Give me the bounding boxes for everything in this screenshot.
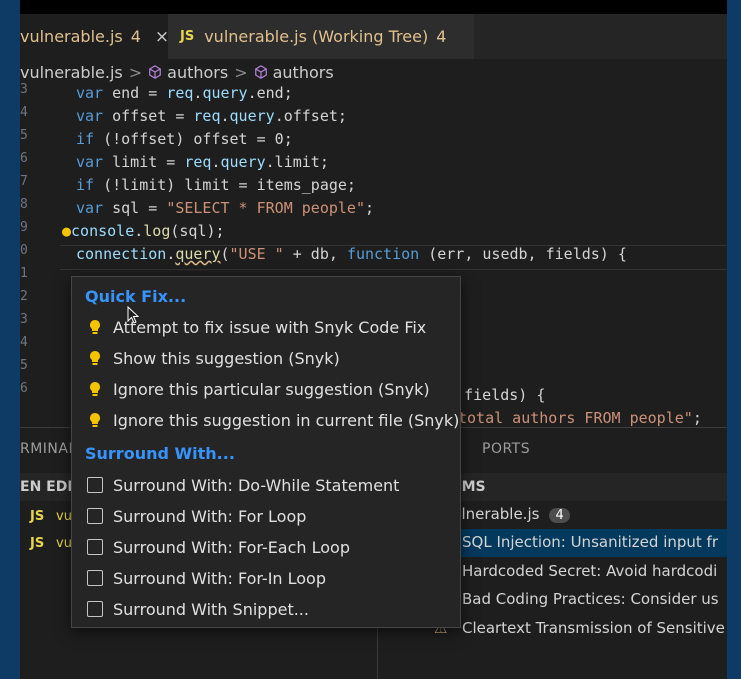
breadcrumb-separator: > [128, 62, 143, 82]
problem-item[interactable]: SQL Injection: Unsanitized input fr [462, 533, 718, 551]
line-number: 4 [20, 105, 28, 120]
quick-fix-title: Quick Fix... [85, 287, 187, 306]
breadcrumb-file[interactable]: vulnerable.js [20, 63, 123, 82]
problem-count-badge: 4 [549, 508, 570, 523]
js-file-icon: JS [30, 536, 45, 551]
line-number: 1 [20, 266, 28, 281]
menu-item-ignore-in-file[interactable]: Ignore this suggestion in current file (… [85, 406, 459, 434]
tab-vulnerable-js[interactable]: vulnerable.js 4 × [20, 14, 169, 59]
menu-item-ignore-suggestion[interactable]: Ignore this particular suggestion (Snyk) [85, 375, 430, 403]
menu-item-surround-for-each[interactable]: Surround With: For-Each Loop [85, 533, 350, 561]
code-line: connection.query("USE " + db, function (… [76, 245, 627, 263]
lightbulb-icon[interactable]: ● [62, 222, 71, 240]
line-number: 5 [20, 358, 28, 373]
mouse-cursor-icon [127, 306, 139, 324]
breadcrumb-separator: > [234, 62, 248, 82]
js-file-icon: JS [30, 509, 45, 524]
menu-item-surround-for-loop[interactable]: Surround With: For Loop [85, 502, 306, 530]
surround-with-title: Surround With... [85, 444, 235, 463]
tab-problem-count: 4 [130, 27, 141, 46]
tab-label: vulnerable.js [20, 27, 123, 46]
symbol-cube-icon [149, 65, 162, 79]
problem-item[interactable]: Cleartext Transmission of Sensitive [462, 619, 725, 637]
lightbulb-icon [85, 412, 105, 428]
problem-file-row[interactable]: ulnerable.js 4 [452, 505, 570, 523]
js-file-icon: JS [180, 29, 195, 44]
line-number: 2 [20, 289, 28, 304]
line-number: 4 [20, 335, 28, 350]
tab-vulnerable-js-working-tree[interactable]: JS vulnerable.js (Working Tree) 4 [168, 14, 474, 59]
lightbulb-icon [85, 319, 105, 335]
menu-item-surround-for-in[interactable]: Surround With: For-In Loop [85, 564, 326, 592]
snippet-icon [85, 477, 105, 493]
code-line: if (!offset) offset = 0; [76, 130, 293, 148]
quick-fix-menu: Quick Fix... Attempt to fix issue with S… [71, 276, 461, 628]
open-editor-item[interactable]: vu [56, 536, 72, 551]
line-number: 9 [20, 220, 28, 235]
lightbulb-icon [85, 381, 105, 397]
snippet-icon [85, 601, 105, 617]
tab-bar: vulnerable.js 4 × JS vulnerable.js (Work… [20, 14, 727, 59]
line-number: 3 [20, 82, 28, 97]
line-number: 3 [20, 312, 28, 327]
snippet-icon [85, 539, 105, 555]
tab-label: vulnerable.js (Working Tree) [204, 27, 429, 46]
code-line: var limit = req.query.limit; [76, 153, 329, 171]
line-number: 5 [20, 128, 28, 143]
line-number: 7 [20, 174, 28, 189]
code-line: var end = req.query.end; [76, 84, 293, 102]
code-line: ●console.log(sql); [62, 222, 225, 240]
menu-item-show-suggestion[interactable]: Show this suggestion (Snyk) [85, 344, 340, 372]
line-number: 0 [20, 243, 28, 258]
breadcrumb-symbol[interactable]: authors [273, 63, 334, 82]
menu-item-surround-do-while[interactable]: Surround With: Do-While Statement [85, 471, 399, 499]
breadcrumb-symbol[interactable]: authors [167, 63, 228, 82]
symbol-cube-icon [254, 65, 267, 79]
line-number: 6 [20, 381, 28, 396]
menu-item-surround-snippet[interactable]: Surround With Snippet... [85, 595, 309, 623]
snippet-icon [85, 570, 105, 586]
tab-ports[interactable]: PORTS [482, 441, 530, 457]
problem-item[interactable]: Bad Coding Practices: Consider us [462, 590, 719, 608]
problem-item[interactable]: Hardcoded Secret: Avoid hardcodi [462, 562, 717, 580]
code-line: var offset = req.query.offset; [76, 107, 347, 125]
line-number: 6 [20, 151, 28, 166]
code-line: var sql = "SELECT * FROM people"; [76, 199, 375, 217]
tab-problem-count: 4 [436, 27, 447, 46]
lightbulb-icon [85, 350, 105, 366]
open-editor-item[interactable]: vu [56, 509, 72, 524]
tab-terminal[interactable]: RMINAL [20, 441, 77, 457]
code-line: if (!limit) limit = items_page; [76, 176, 356, 194]
snippet-icon [85, 508, 105, 524]
title-bar [20, 0, 727, 14]
line-number: 8 [20, 197, 28, 212]
